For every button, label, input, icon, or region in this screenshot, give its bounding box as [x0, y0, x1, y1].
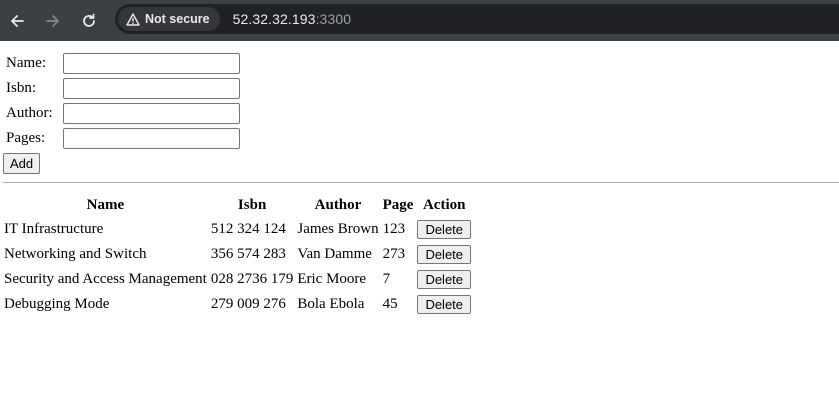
isbn-label: Isbn:	[6, 80, 36, 96]
pages-label: Pages:	[6, 130, 46, 146]
table-header-row: Name Isbn Author Page Action	[3, 194, 472, 216]
forward-button[interactable]	[37, 5, 69, 37]
book-isbn: 512 324 124	[210, 221, 286, 237]
page-content: Name: Isbn: Author: Pages: Add Name Isbn…	[0, 41, 839, 318]
arrow-left-icon	[11, 14, 24, 27]
url-text[interactable]: 52.32.32.193:3300	[233, 11, 352, 27]
table-row: Security and Access Management 028 2736 …	[3, 268, 472, 291]
table-row: IT Infrastructure 512 324 124 James Brow…	[3, 218, 472, 241]
security-label: Not secure	[145, 12, 210, 26]
name-input[interactable]	[63, 53, 240, 74]
table-row: Networking and Switch 356 574 283 Van Da…	[3, 243, 472, 266]
pages-input[interactable]	[63, 128, 240, 149]
book-isbn: 028 2736 179	[210, 271, 294, 287]
header-action: Action	[422, 196, 466, 213]
divider	[3, 182, 839, 183]
author-row: Author:	[3, 101, 839, 126]
delete-button[interactable]: Delete	[417, 245, 472, 264]
url-port: :3300	[315, 11, 352, 27]
book-author: James Brown	[297, 221, 379, 237]
isbn-input[interactable]	[63, 78, 240, 99]
warning-icon	[126, 12, 140, 26]
address-bar[interactable]: Not secure 52.32.32.193:3300	[115, 4, 839, 34]
name-row: Name:	[3, 51, 839, 76]
table-row: Debugging Mode 279 009 276 Bola Ebola 45…	[3, 293, 472, 316]
isbn-row: Isbn:	[3, 76, 839, 101]
header-page: Page	[382, 196, 414, 213]
header-author: Author	[314, 196, 362, 213]
header-isbn: Isbn	[237, 196, 267, 213]
delete-button[interactable]: Delete	[417, 270, 472, 289]
book-author: Bola Ebola	[297, 296, 365, 312]
action-cell: Delete	[416, 293, 472, 316]
back-button[interactable]	[1, 5, 33, 37]
browser-toolbar: Not secure 52.32.32.193:3300	[0, 0, 839, 41]
book-isbn: 279 009 276	[210, 296, 286, 312]
security-indicator[interactable]: Not secure	[118, 7, 220, 31]
book-name: IT Infrastructure	[4, 221, 104, 237]
header-name: Name	[86, 196, 125, 213]
book-page: 123	[382, 221, 406, 237]
book-name: Security and Access Management	[4, 271, 207, 287]
reload-button[interactable]	[73, 5, 105, 37]
book-page: 273	[382, 246, 406, 262]
books-table: Name Isbn Author Page Action IT Infrastr…	[1, 192, 474, 318]
delete-button[interactable]: Delete	[417, 220, 472, 239]
book-page: 45	[382, 296, 398, 312]
action-cell: Delete	[416, 218, 472, 241]
book-author: Eric Moore	[297, 271, 367, 287]
url-host: 52.32.32.193	[232, 11, 316, 27]
author-label: Author:	[6, 105, 53, 121]
action-cell: Delete	[416, 268, 472, 291]
arrow-right-icon	[46, 14, 59, 27]
name-label: Name:	[6, 55, 46, 71]
book-page: 7	[382, 271, 391, 287]
book-name: Debugging Mode	[4, 296, 110, 312]
delete-button[interactable]: Delete	[417, 295, 472, 314]
book-author: Van Damme	[297, 246, 372, 262]
book-name: Networking and Switch	[4, 246, 147, 262]
action-cell: Delete	[416, 243, 472, 266]
reload-icon	[83, 13, 95, 27]
add-button[interactable]: Add	[3, 153, 41, 174]
pages-row: Pages:	[3, 126, 839, 151]
author-input[interactable]	[63, 103, 240, 124]
book-isbn: 356 574 283	[210, 246, 286, 262]
